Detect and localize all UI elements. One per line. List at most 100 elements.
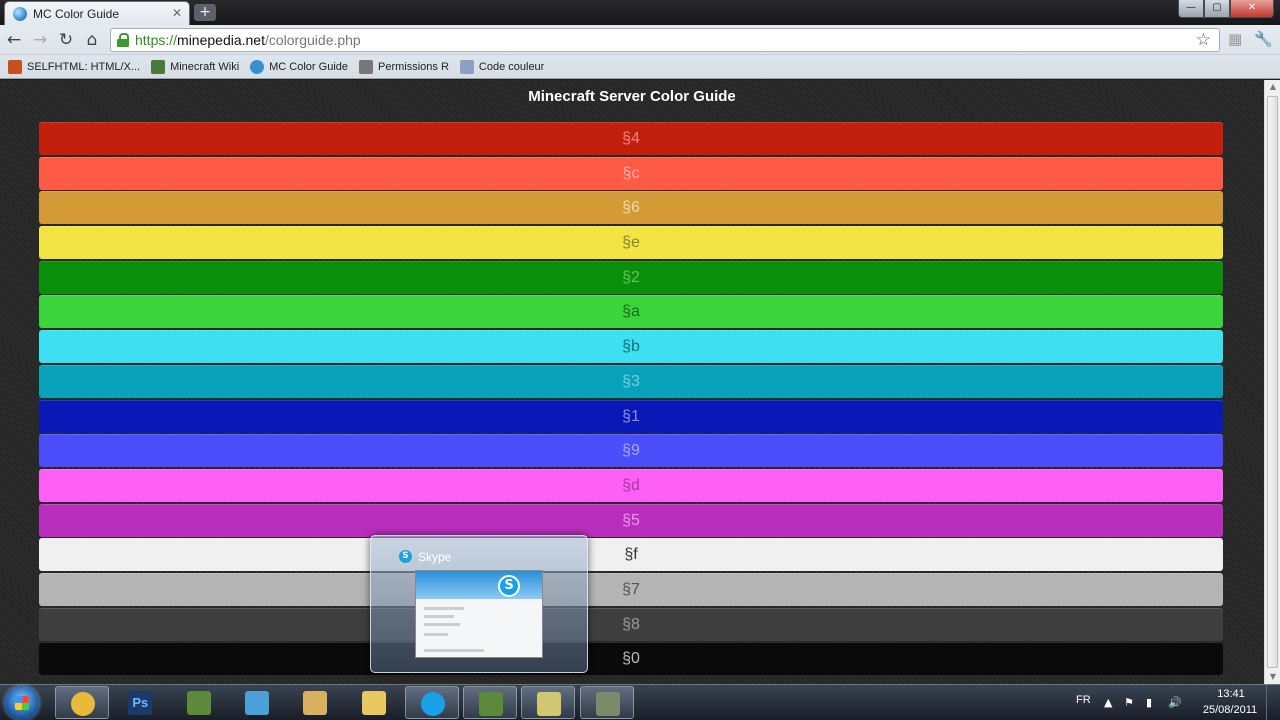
title-bar: MC Color Guide ✕ + — ▢ ✕ — [0, 0, 1280, 25]
color-bar: §c — [39, 156, 1223, 190]
notes-icon — [537, 692, 562, 716]
minecraft-icon — [186, 691, 211, 715]
back-button[interactable]: ← — [4, 30, 24, 50]
page-title: Minecraft Server Color Guide — [528, 88, 736, 105]
show-hidden-icons[interactable]: ▲ — [1104, 696, 1112, 709]
globe-icon — [250, 59, 265, 74]
page-content: Minecraft Server Color Guide §4 §c §6 §e §2 §… — [0, 80, 1264, 684]
bookmark-label: MC Color Guide — [269, 60, 348, 73]
taskbar-skype-button[interactable] — [404, 686, 459, 719]
taskbar-messenger-button[interactable] — [230, 686, 284, 719]
tab-title: MC Color Guide — [33, 6, 120, 21]
photoshop-icon: Ps — [128, 691, 153, 715]
network-icon[interactable]: ▮ — [1146, 696, 1152, 709]
minimize-button[interactable]: — — [1178, 0, 1204, 18]
color-bar: §2 — [39, 260, 1223, 294]
preview-title: Skype — [418, 550, 452, 564]
home-button[interactable]: ⌂ — [82, 30, 102, 50]
reload-button[interactable]: ↻ — [56, 30, 76, 50]
taskbar-tool-button[interactable] — [579, 686, 634, 719]
color-bar: §6 — [39, 191, 1223, 225]
volume-icon[interactable]: 🔊 — [1168, 696, 1182, 709]
scroll-down-icon[interactable]: ▼ — [1265, 670, 1280, 684]
permissions-icon — [359, 59, 373, 74]
skype-icon — [420, 692, 445, 716]
browser-toolbar: ← → ↻ ⌂ https://minepedia.net/colorguide… — [0, 25, 1280, 55]
color-bar: §5 — [39, 503, 1223, 537]
window-controls: — ▢ ✕ — [1178, 0, 1274, 18]
taskbar-chrome-button[interactable] — [55, 686, 109, 719]
taskbar-photoshop-button[interactable]: Ps — [113, 686, 167, 719]
taskbar-mail-button[interactable] — [288, 686, 342, 719]
explorer-icon — [361, 691, 386, 715]
scroll-up-icon[interactable]: ▲ — [1265, 80, 1280, 94]
color-list: §4 §c §6 §e §2 §a §b §3 §1 §9 §d §5 §f §7 §8 §0 — [39, 122, 1223, 677]
close-window-button[interactable]: ✕ — [1230, 0, 1274, 18]
new-tab-button[interactable]: + — [194, 4, 216, 21]
windows-taskbar: Ps FR ▲ ⚑ ▮ 🔊 13:41 25/08/2011 — [0, 684, 1280, 720]
tool-icon — [595, 692, 620, 716]
taskbar-explorer-button[interactable] — [347, 686, 401, 719]
wrench-icon[interactable]: 🔧 — [1254, 30, 1273, 48]
skype-logo-icon: S — [498, 575, 520, 597]
taskbar-minecraft-button[interactable] — [172, 686, 226, 719]
bookmarks-bar: SELFHTML: HTML/X... Minecraft Wiki MC Colo… — [0, 55, 1280, 79]
color-bar: §7 — [39, 572, 1223, 606]
action-center-icon[interactable]: ⚑ — [1124, 696, 1134, 709]
preview-thumbnail: S — [415, 570, 543, 658]
close-tab-icon[interactable]: ✕ — [172, 6, 182, 20]
bookmark-item[interactable]: Code couleur — [459, 59, 545, 74]
mail-icon — [303, 691, 328, 715]
bookmark-label: Code couleur — [478, 60, 545, 73]
url-host: minepedia.net — [177, 32, 265, 48]
document-icon — [459, 59, 474, 74]
color-bar: §0 — [39, 642, 1223, 676]
skype-window-preview[interactable]: S Skype S — [370, 535, 588, 673]
minecraft-2-icon — [479, 692, 504, 716]
forward-button[interactable]: → — [30, 30, 50, 50]
clock-time[interactable]: 13:41 — [1206, 688, 1256, 700]
taskbar-notes-button[interactable] — [521, 686, 576, 719]
bookmark-item[interactable]: MC Color Guide — [250, 59, 348, 74]
lock-icon — [117, 33, 129, 47]
clock-date[interactable]: 25/08/2011 — [1198, 704, 1262, 716]
thumbnail-line — [424, 649, 484, 652]
page-menu-icon[interactable]: ▦ — [1228, 30, 1242, 48]
tab-mc-color-guide[interactable]: MC Color Guide ✕ — [4, 1, 190, 25]
skype-icon: S — [399, 550, 412, 563]
color-bar: §f — [39, 538, 1223, 572]
chrome-icon — [71, 692, 95, 716]
color-bar: §d — [39, 468, 1223, 502]
scroll-thumb[interactable] — [1267, 96, 1278, 668]
language-indicator[interactable]: FR — [1076, 694, 1091, 706]
bookmark-label: Minecraft Wiki — [170, 60, 240, 73]
globe-icon — [13, 6, 27, 21]
maximize-button[interactable]: ▢ — [1204, 0, 1230, 18]
taskbar-minecraft-2-button[interactable] — [463, 686, 518, 719]
bookmark-label: SELFHTML: HTML/X... — [27, 60, 141, 73]
bookmark-label: Permissions R — [378, 60, 449, 73]
bookmark-item[interactable]: Permissions R — [359, 59, 449, 74]
color-bar: §a — [39, 295, 1223, 329]
vertical-scrollbar[interactable]: ▲ ▼ — [1264, 80, 1280, 684]
bookmark-item[interactable]: Minecraft Wiki — [151, 59, 240, 74]
bookmark-star-icon[interactable]: ☆ — [1196, 30, 1211, 50]
messenger-icon — [244, 691, 269, 715]
show-desktop-button[interactable] — [1266, 685, 1280, 720]
start-button[interactable] — [5, 686, 39, 720]
thumbnail-line — [424, 615, 454, 618]
color-bar: §8 — [39, 607, 1223, 641]
address-bar[interactable]: https://minepedia.net/colorguide.php ☆ — [110, 28, 1220, 52]
url-scheme: https:// — [135, 32, 178, 48]
color-bar: §1 — [39, 399, 1223, 433]
color-bar: §3 — [39, 364, 1223, 398]
thumbnail-line — [424, 607, 464, 610]
color-bar: §b — [39, 330, 1223, 364]
url-path: /colorguide.php — [264, 32, 361, 48]
thumbnail-line — [424, 633, 448, 636]
color-bar: §e — [39, 226, 1223, 260]
color-bar: §4 — [39, 122, 1223, 155]
color-bar: §9 — [39, 434, 1223, 468]
selfhtml-icon — [8, 59, 22, 74]
bookmark-item[interactable]: SELFHTML: HTML/X... — [8, 59, 141, 74]
